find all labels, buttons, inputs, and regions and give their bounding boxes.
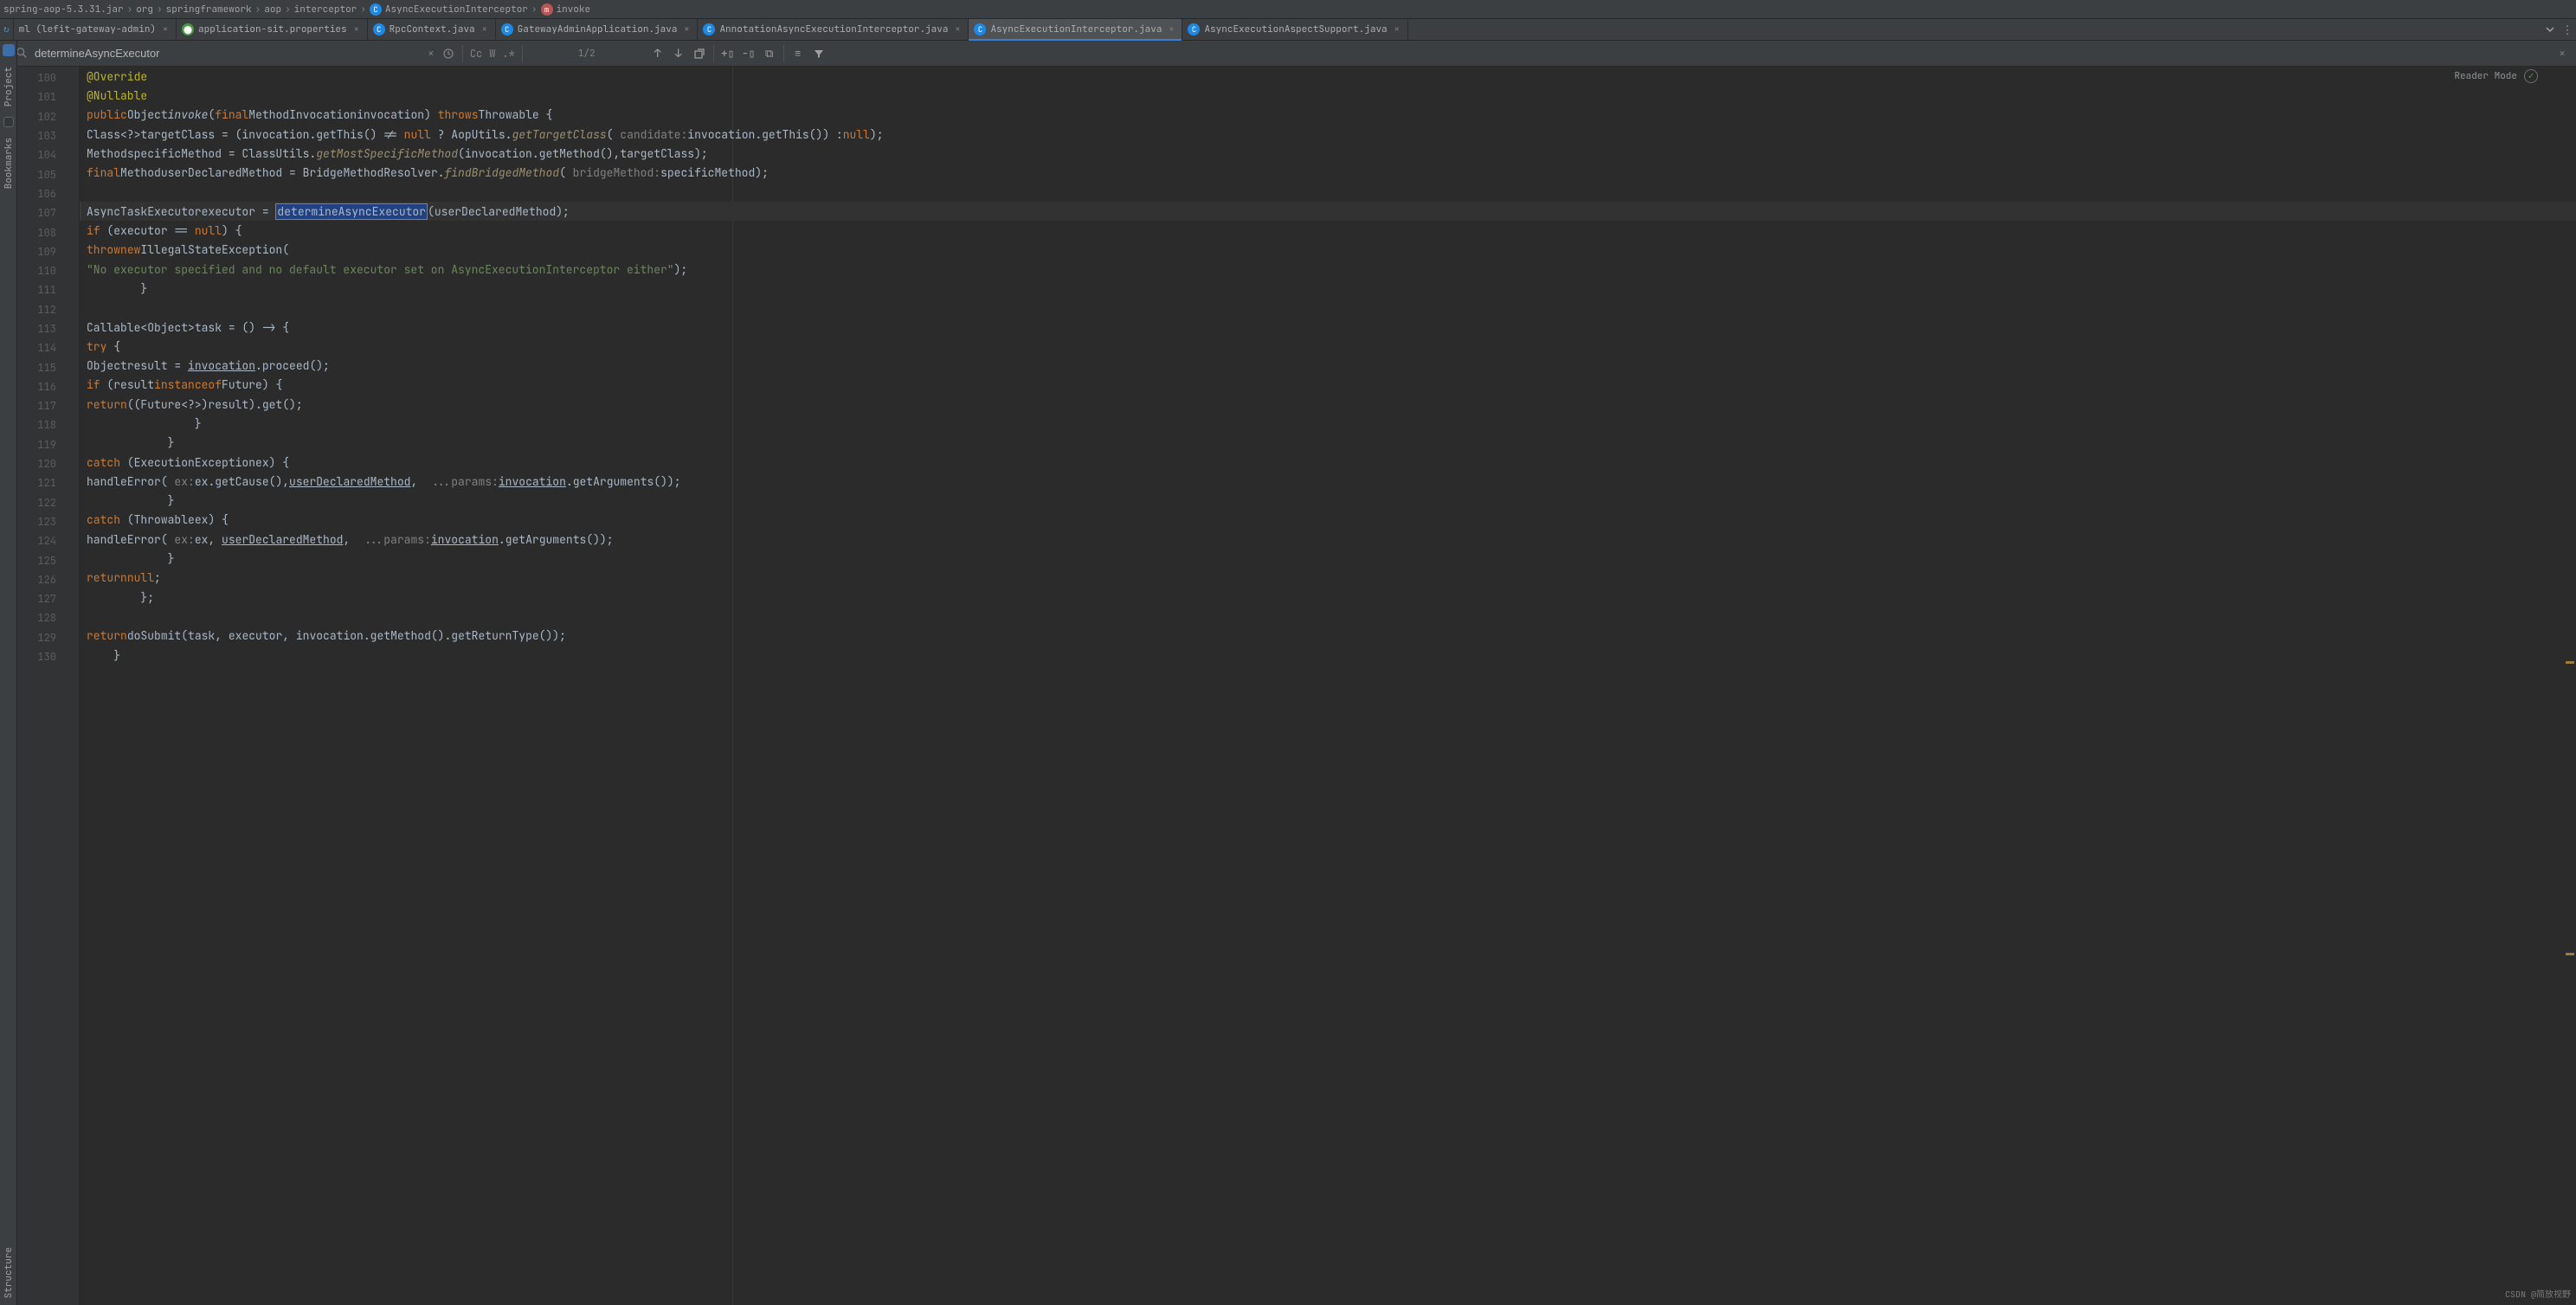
gutter[interactable]: 100 101 102 103 104 105 106 107 108 109 …: [17, 67, 80, 1305]
clear-icon[interactable]: ×: [428, 46, 435, 61]
history-icon[interactable]: [440, 45, 457, 62]
crumb-method[interactable]: minvoke: [541, 3, 591, 16]
tab-dropdown-icon[interactable]: [2542, 22, 2558, 37]
next-match-icon[interactable]: ↓: [670, 45, 687, 62]
remove-selection-icon[interactable]: −▯: [740, 45, 757, 62]
tab-application-sit[interactable]: ⬤ application-sit.properties ×: [177, 19, 368, 40]
match-case-toggle[interactable]: Cc: [470, 47, 482, 61]
java-class-icon: C: [501, 23, 513, 35]
java-class-icon: C: [373, 23, 385, 35]
crumb-org[interactable]: org›: [136, 3, 165, 16]
scroll-mark: [2566, 953, 2574, 955]
crumb-aop[interactable]: aop›: [264, 3, 293, 16]
find-bar: × Cc W .* 1/2 ↑ ↓ +▯ −▯ ⧉ ≡ ×: [0, 41, 2576, 67]
tab-reload[interactable]: ↻: [0, 19, 14, 40]
breadcrumb: spring-aop-5.3.31.jar› org› springframew…: [0, 0, 2576, 19]
close-icon[interactable]: ×: [160, 24, 171, 35]
project-tool-icon[interactable]: [3, 44, 15, 56]
add-selection-icon[interactable]: +▯: [719, 45, 737, 62]
java-class-icon: C: [974, 23, 986, 35]
watermark: CSDN @简放视野: [2505, 1287, 2571, 1300]
close-icon[interactable]: ×: [952, 24, 963, 35]
search-input[interactable]: [35, 47, 294, 60]
tab-rpccontext[interactable]: C RpcContext.java ×: [368, 19, 496, 40]
tab-label: AsyncExecutionAspectSupport.java: [1204, 23, 1387, 35]
close-search-icon[interactable]: ×: [2553, 45, 2571, 62]
close-icon[interactable]: ×: [1392, 24, 1402, 35]
project-tool-tab[interactable]: Project: [1, 60, 16, 113]
class-icon: C: [370, 3, 382, 16]
prev-match-icon[interactable]: ↑: [649, 45, 667, 62]
search-icon: [16, 47, 29, 61]
crumb-class[interactable]: CAsyncExecutionInterceptor›: [370, 3, 541, 16]
match-count: 1/2: [578, 48, 596, 60]
words-toggle[interactable]: W: [489, 47, 495, 61]
tab-asyncexecutionaspectsupport[interactable]: C AsyncExecutionAspectSupport.java ×: [1182, 19, 1407, 40]
tab-annotationasync[interactable]: C AnnotationAsyncExecutionInterceptor.jav…: [698, 19, 969, 40]
close-icon[interactable]: ×: [351, 24, 362, 35]
crumb-springframework[interactable]: springframework›: [166, 3, 265, 16]
tab-gateway-admin[interactable]: ml (lefit-gateway-admin) ×: [14, 19, 177, 40]
tab-more-icon[interactable]: ⋮: [2560, 22, 2575, 37]
scroll-mark: [2566, 661, 2574, 664]
java-class-icon: C: [1188, 23, 1200, 35]
tab-label: GatewayAdminApplication.java: [518, 23, 678, 35]
tab-label: RpcContext.java: [390, 23, 475, 35]
bookmarks-tool-icon[interactable]: [3, 117, 14, 127]
new-window-icon[interactable]: [691, 45, 708, 62]
reload-icon: ↻: [3, 23, 10, 35]
tab-label: AsyncExecutionInterceptor.java: [990, 23, 1162, 35]
java-class-icon: C: [703, 23, 715, 35]
method-icon: m: [541, 3, 553, 16]
editor[interactable]: Reader Mode 100 101 102 103 104 105 106 …: [17, 67, 2576, 1305]
tab-asyncexecutioninterceptor[interactable]: C AsyncExecutionInterceptor.java ×: [969, 19, 1182, 40]
crumb-interceptor[interactable]: interceptor›: [294, 3, 370, 16]
filter-icon[interactable]: [810, 45, 828, 62]
crumb-jar[interactable]: spring-aop-5.3.31.jar›: [3, 3, 136, 16]
close-icon[interactable]: ×: [480, 24, 490, 35]
tab-label: application-sit.properties: [198, 23, 347, 35]
code-area[interactable]: @Override @Nullable public Object invoke…: [80, 67, 2576, 1305]
tab-gatewayadminapplication[interactable]: C GatewayAdminApplication.java×: [496, 19, 699, 40]
editor-tabs: ↻ ml (lefit-gateway-admin) × ⬤ application…: [0, 19, 2576, 41]
regex-toggle[interactable]: .*: [502, 47, 514, 61]
in-selection-icon[interactable]: ≡: [789, 45, 807, 62]
close-icon[interactable]: ×: [681, 24, 692, 35]
breakpoint-icon[interactable]: [67, 325, 75, 333]
structure-tool-tab[interactable]: Structure: [1, 1240, 16, 1305]
close-icon[interactable]: ×: [1166, 24, 1176, 35]
tab-label: ml (lefit-gateway-admin): [19, 23, 156, 35]
tool-window-stripe-left: Project Bookmarks Structure: [0, 41, 17, 1305]
bookmarks-tool-tab[interactable]: Bookmarks: [1, 131, 16, 196]
breakpoint-icon[interactable]: [67, 112, 75, 121]
tab-label: AnnotationAsyncExecutionInterceptor.java: [719, 23, 948, 35]
properties-icon: ⬤: [182, 23, 194, 35]
select-all-icon[interactable]: ⧉: [761, 45, 778, 62]
scrollbar[interactable]: [2564, 79, 2576, 1293]
